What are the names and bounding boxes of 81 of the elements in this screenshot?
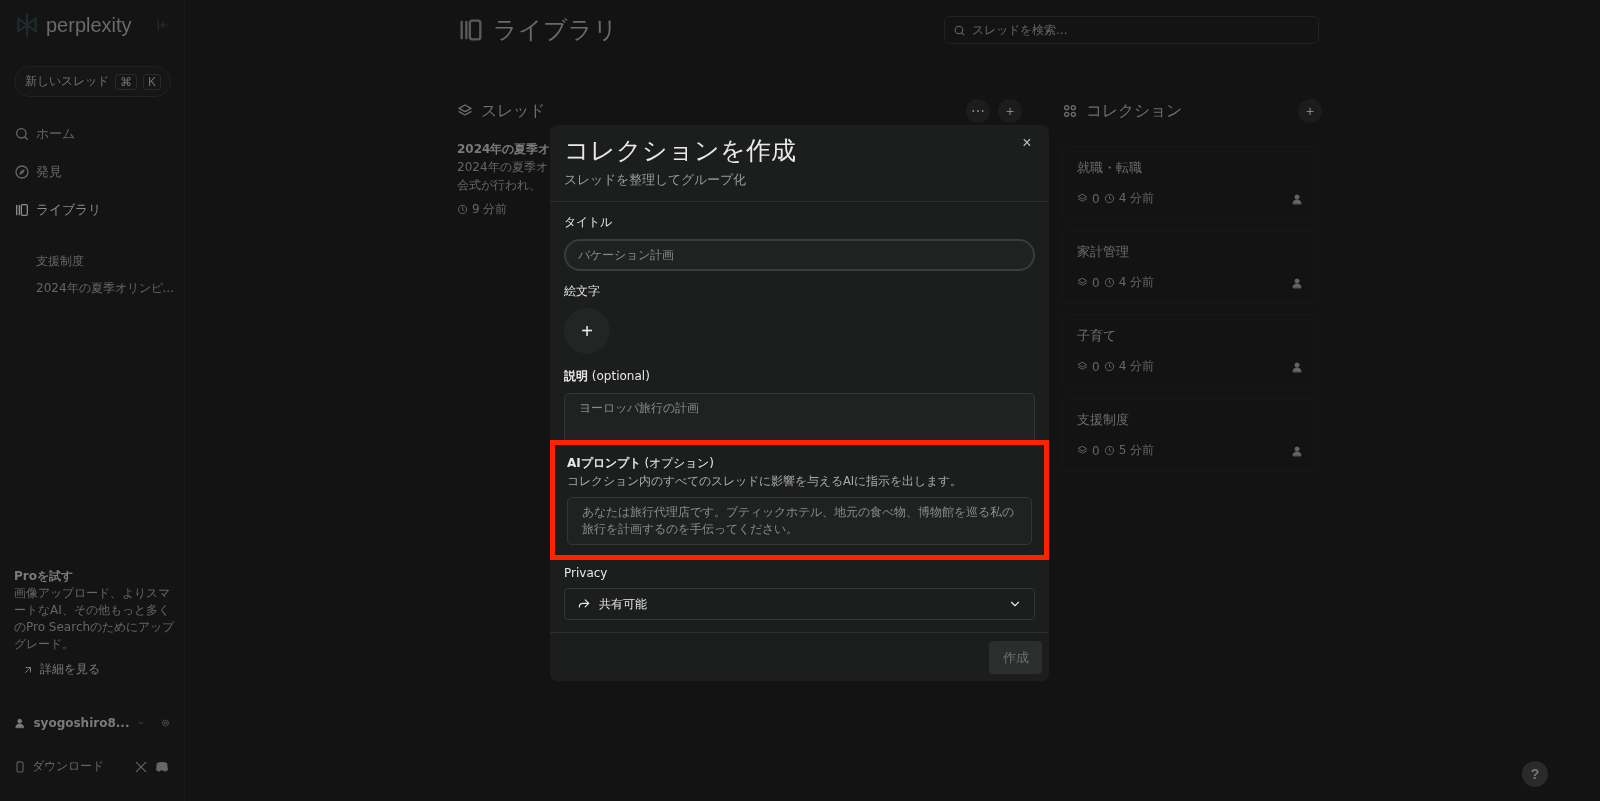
search-placeholder: スレッドを検索... bbox=[972, 21, 1068, 39]
add-emoji-button[interactable]: + bbox=[564, 308, 610, 354]
field-label: タイトル bbox=[564, 214, 613, 231]
page-title: ライブラリ bbox=[493, 15, 618, 46]
thread-snippet: 2024年の夏季オ bbox=[457, 159, 549, 176]
search-icon bbox=[953, 23, 966, 37]
new-thread-label: 新しいスレッド bbox=[25, 73, 109, 90]
nav-label: ホーム bbox=[36, 125, 75, 143]
thread-count: 0 bbox=[1092, 275, 1100, 290]
more-button[interactable]: ⋯ bbox=[966, 99, 990, 123]
privacy-select[interactable]: 共有可能 bbox=[564, 588, 1035, 620]
thread-time: 9 分前 bbox=[472, 201, 508, 218]
collection-title: 子育て bbox=[1077, 327, 1117, 345]
clock-icon bbox=[1103, 361, 1115, 372]
promo-text: 画像アップロード、よりスマートなAI、その他もっと多くのPro Searchのためにアップグレード。 bbox=[14, 585, 176, 653]
field-hint: コレクション内のすべてのスレッドに影響を与えるAIに指示を出します。 bbox=[567, 474, 964, 489]
learn-more-link[interactable]: 詳細を見る bbox=[14, 661, 176, 678]
title-input[interactable]: バケーション計画 bbox=[564, 239, 1035, 271]
nav-item[interactable]: ライブラリ bbox=[14, 201, 170, 219]
layers-icon bbox=[1077, 361, 1088, 372]
layers-icon bbox=[1077, 445, 1088, 456]
collection-card[interactable]: 就職・転職 0 4 分前 bbox=[1062, 146, 1318, 220]
library-item[interactable]: 支援制度 bbox=[36, 253, 170, 270]
search-icon bbox=[14, 126, 30, 142]
thread-count: 0 bbox=[1092, 191, 1100, 206]
section-heading: コレクション bbox=[1086, 100, 1182, 122]
description-input[interactable]: ヨーロッパ旅行の計画 bbox=[564, 393, 1035, 443]
collection-title: 家計管理 bbox=[1077, 243, 1130, 261]
thread-count: 0 bbox=[1092, 443, 1100, 458]
phone-icon bbox=[14, 759, 26, 774]
library-icon bbox=[14, 202, 30, 218]
nav-item[interactable]: 発見 bbox=[14, 163, 170, 181]
logo-text: perplexity bbox=[46, 13, 132, 37]
clock-icon bbox=[457, 203, 468, 215]
shortcut-key: K bbox=[143, 73, 161, 90]
collection-card[interactable]: 支援制度 0 5 分前 bbox=[1062, 398, 1318, 472]
field-label: AIプロンプト (オプション) bbox=[567, 455, 715, 472]
person-icon bbox=[1291, 360, 1303, 373]
x-logo-icon bbox=[134, 759, 148, 774]
dialog-title: コレクションを作成 bbox=[564, 135, 796, 167]
collection-time: 4 分前 bbox=[1118, 274, 1156, 291]
help-button[interactable]: ? bbox=[1522, 761, 1548, 787]
dialog-subtitle: スレッドを整理してグループ化 bbox=[564, 171, 747, 189]
person-icon bbox=[1291, 276, 1303, 289]
username[interactable]: syogoshiro8... bbox=[33, 716, 130, 730]
collection-time: 4 分前 bbox=[1118, 358, 1156, 375]
learn-more-label: 詳細を見る bbox=[40, 661, 100, 678]
compass-icon bbox=[14, 164, 30, 180]
new-thread-button[interactable]: 新しいスレッド ⌘ K bbox=[14, 66, 171, 97]
person-icon bbox=[1291, 444, 1303, 457]
collection-time: 5 分前 bbox=[1118, 442, 1156, 459]
add-button[interactable]: + bbox=[998, 99, 1022, 123]
search-field[interactable]: スレッドを検索... bbox=[944, 16, 1319, 44]
thread-snippet: 会式が行われ、 bbox=[457, 177, 542, 194]
clock-icon bbox=[1103, 277, 1115, 288]
layers-icon bbox=[1077, 193, 1088, 204]
section-heading: スレッド bbox=[481, 100, 545, 122]
collection-title: 支援制度 bbox=[1077, 411, 1130, 429]
collection-card[interactable]: 家計管理 0 4 分前 bbox=[1062, 230, 1318, 304]
field-label: Privacy bbox=[564, 566, 609, 580]
collection-time: 4 分前 bbox=[1118, 190, 1156, 207]
clock-icon bbox=[1103, 193, 1115, 204]
thread-title[interactable]: 2024年の夏季オ bbox=[457, 140, 549, 158]
field-label: 説明 (optional) bbox=[564, 368, 651, 385]
promo-title: Proを試す bbox=[14, 568, 74, 585]
clock-icon bbox=[1103, 445, 1115, 456]
thread-count: 0 bbox=[1092, 359, 1100, 374]
nav-label: ライブラリ bbox=[36, 201, 101, 219]
shortcut-key: ⌘ bbox=[115, 73, 137, 90]
collection-card[interactable]: 子育て 0 4 分前 bbox=[1062, 314, 1318, 388]
close-button[interactable]: × bbox=[1019, 135, 1035, 151]
field-label: 絵文字 bbox=[564, 283, 601, 300]
nav-label: 発見 bbox=[36, 163, 62, 181]
nav-item[interactable]: ホーム bbox=[14, 125, 170, 143]
download-link[interactable]: ダウンロード bbox=[32, 758, 128, 775]
layers-icon bbox=[1077, 277, 1088, 288]
person-icon bbox=[1291, 192, 1303, 205]
collection-title: 就職・転職 bbox=[1077, 159, 1143, 177]
grid-icon bbox=[1062, 103, 1078, 119]
ai-prompt-input[interactable]: あなたは旅行代理店です。ブティックホテル、地元の食べ物、博物館を巡る私の旅行を計画するのを手伝ってください。 bbox=[567, 497, 1032, 545]
add-button[interactable]: + bbox=[1298, 99, 1322, 123]
